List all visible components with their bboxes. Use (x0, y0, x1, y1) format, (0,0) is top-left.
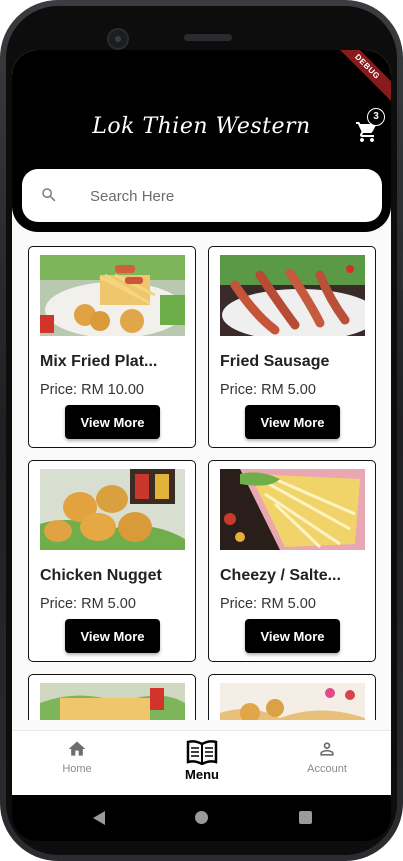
nav-item-home[interactable]: Home (32, 739, 122, 789)
product-name: Mix Fried Plat... (40, 353, 158, 370)
view-more-button[interactable]: View More (65, 405, 160, 439)
product-price: Price: RM 5.00 (40, 596, 136, 612)
product-card[interactable]: Mix Fried Plat... Price: RM 10.00 View M… (28, 246, 196, 448)
product-image (220, 683, 365, 720)
bottom-navigation: Home Menu Account (12, 730, 391, 795)
nav-label-menu: Menu (185, 767, 219, 782)
front-camera (107, 28, 129, 50)
nav-label-home: Home (62, 763, 92, 775)
recent-apps-icon[interactable] (299, 811, 312, 824)
nav-item-menu[interactable]: Menu (157, 739, 247, 789)
app-title: Lok Thien Western (92, 114, 311, 139)
product-image (40, 255, 185, 336)
menu-book-icon (186, 740, 218, 765)
product-image (40, 683, 185, 720)
nav-label-account: Account (307, 763, 347, 775)
product-image (40, 469, 185, 550)
view-more-button[interactable]: View More (245, 619, 340, 653)
back-icon[interactable] (92, 810, 106, 826)
android-navigation-bar (12, 795, 391, 841)
product-card[interactable]: Chicken Nugget Price: RM 5.00 View More (28, 460, 196, 662)
app-screen: DEBUG Lok Thien Western 3 Search Here Mi… (12, 50, 391, 795)
view-more-button[interactable]: View More (65, 619, 160, 653)
product-card[interactable]: Fried Sausage Price: RM 5.00 View More (208, 246, 376, 448)
search-icon (42, 188, 56, 202)
home-circle-icon[interactable] (195, 811, 208, 824)
product-image (220, 255, 365, 336)
product-price: Price: RM 5.00 (220, 596, 316, 612)
debug-banner: DEBUG (326, 50, 391, 108)
product-grid: Mix Fried Plat... Price: RM 10.00 View M… (28, 246, 377, 720)
nav-item-account[interactable]: Account (282, 739, 372, 789)
earpiece-speaker (184, 34, 232, 41)
product-image (220, 469, 365, 550)
search-input[interactable] (90, 183, 360, 209)
search-bar[interactable] (22, 169, 382, 222)
product-name: Fried Sausage (220, 353, 330, 370)
product-price: Price: RM 10.00 (40, 382, 144, 398)
account-icon (320, 742, 334, 756)
app-bar: DEBUG Lok Thien Western 3 (12, 50, 391, 232)
product-card[interactable] (208, 674, 376, 720)
product-card[interactable] (28, 674, 196, 720)
home-icon (68, 741, 86, 756)
product-name: Chicken Nugget (40, 567, 162, 584)
product-name: Cheezy / Salte... (220, 567, 341, 584)
product-price: Price: RM 5.00 (220, 382, 316, 398)
view-more-button[interactable]: View More (245, 405, 340, 439)
product-card[interactable]: Cheezy / Salte... Price: RM 5.00 View Mo… (208, 460, 376, 662)
cart-count-badge: 3 (367, 108, 385, 126)
